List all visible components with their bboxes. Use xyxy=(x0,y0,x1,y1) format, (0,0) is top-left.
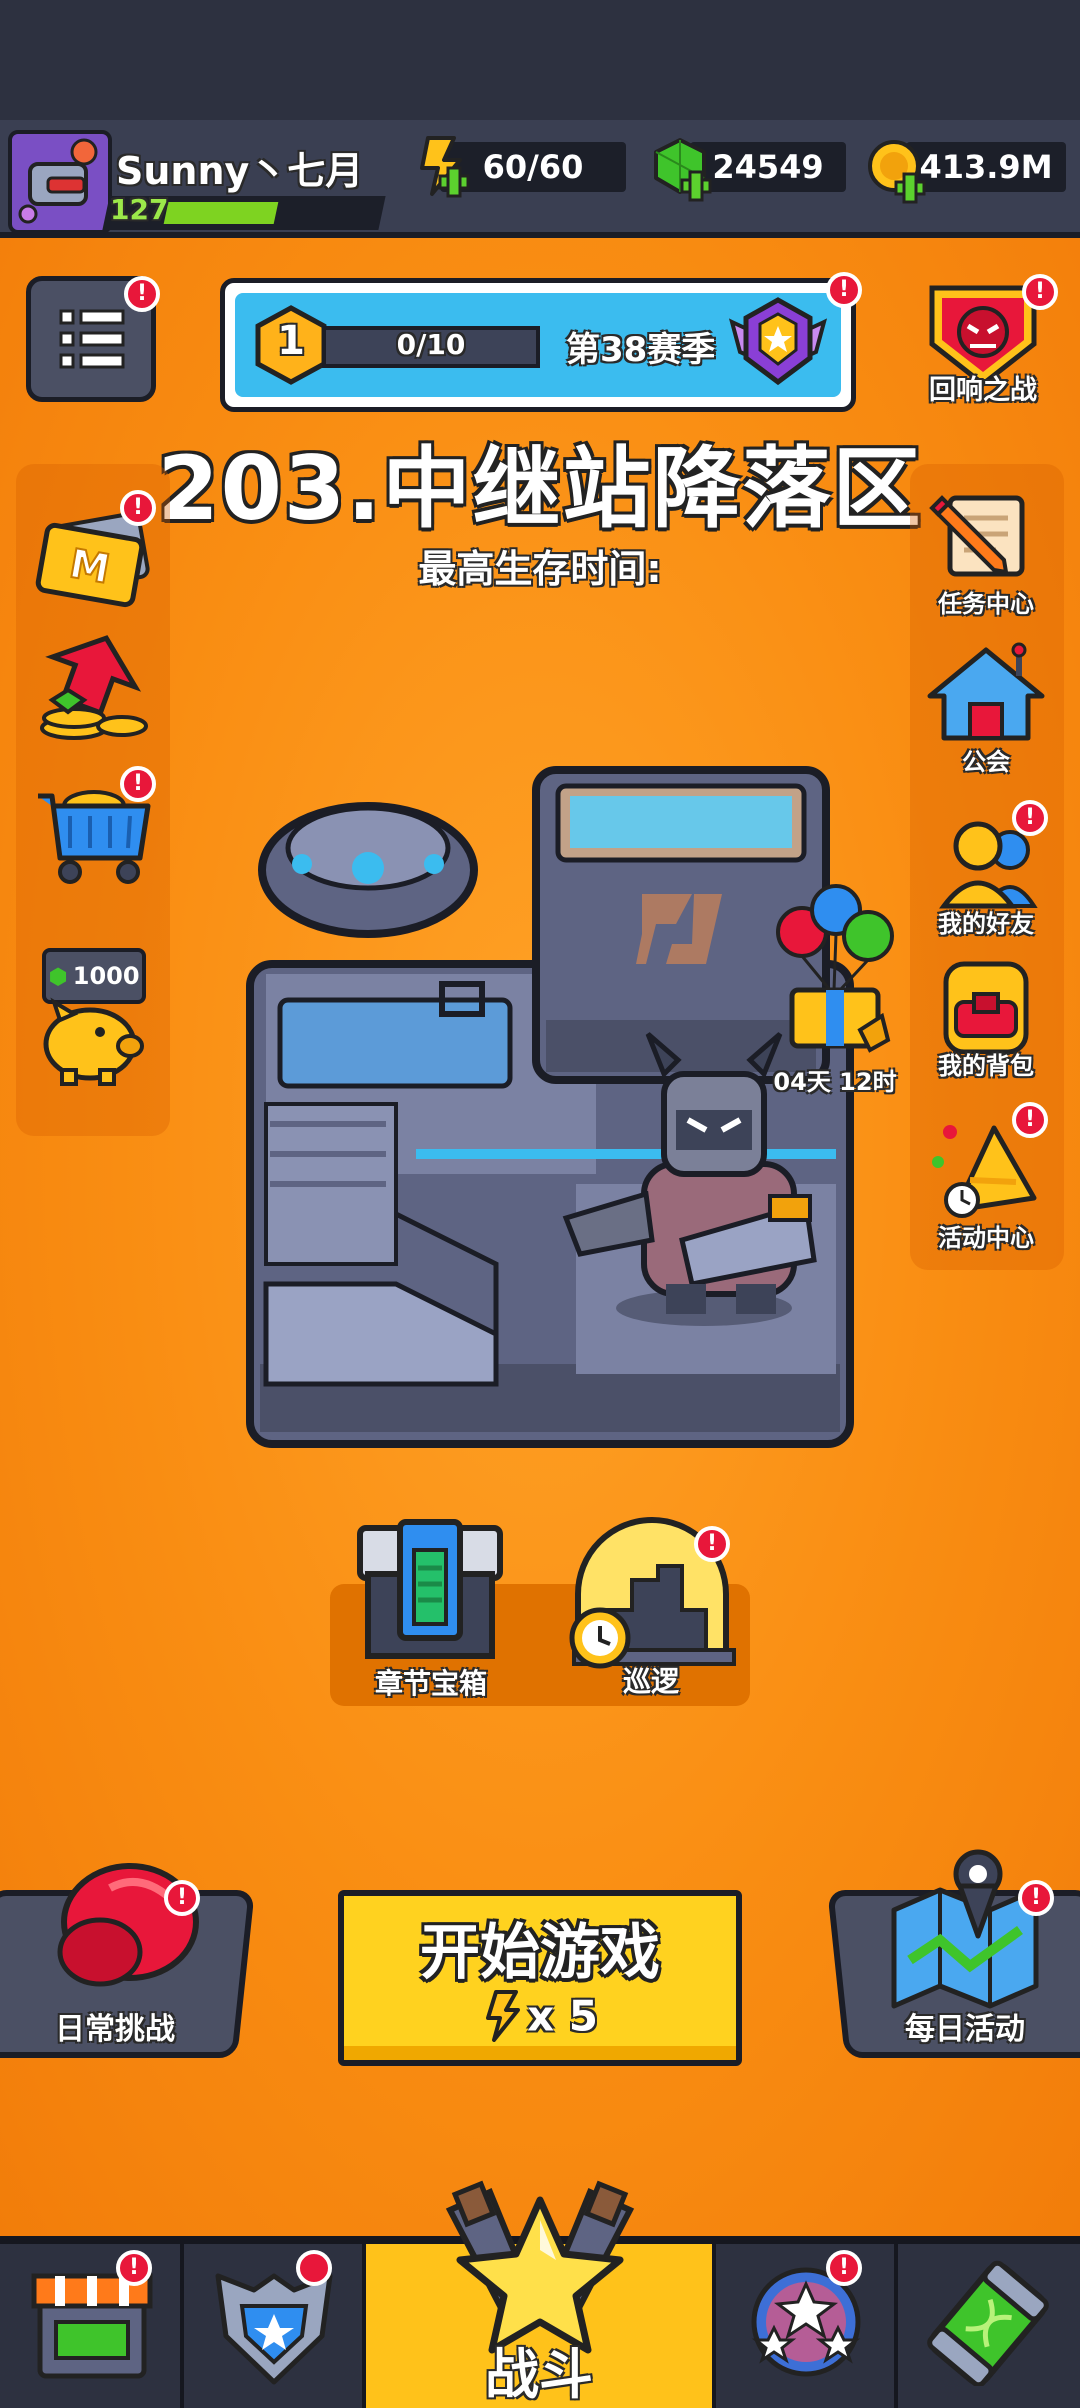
season-alert-badge: ! xyxy=(826,272,862,308)
avatar[interactable] xyxy=(8,130,112,234)
echo-battle-label: 回响之战 xyxy=(929,375,1037,406)
gift-button[interactable] xyxy=(770,880,900,1060)
chapter-chest-button[interactable]: 章节宝箱 xyxy=(346,1514,516,1700)
status-area xyxy=(0,0,1080,120)
nav-divider xyxy=(180,2244,184,2408)
echo-battle-alert-badge: ! xyxy=(1022,274,1058,310)
coin-counter[interactable]: 413.9M xyxy=(906,142,1066,192)
player-name: Sunny丶七月 xyxy=(116,149,364,193)
balloon-gift-icon xyxy=(776,884,894,1053)
season-rank: 1 xyxy=(277,318,305,364)
season-progress: 0/10 xyxy=(396,328,466,361)
guild-house-icon xyxy=(927,642,1045,741)
coin-value: 413.9M xyxy=(919,148,1053,186)
nav-divider xyxy=(894,2244,898,2408)
task-center-button[interactable]: 任务中心 xyxy=(916,484,1056,618)
shop-cart-alert-badge: ! xyxy=(120,766,156,802)
chapter-chest-label: 章节宝箱 xyxy=(374,1667,487,1700)
map-pin-icon xyxy=(880,1840,1050,2010)
stage-scene[interactable] xyxy=(246,764,860,1452)
daily-activity-alert-badge: ! xyxy=(1018,1880,1054,1916)
menu-alert-badge: ! xyxy=(124,276,160,312)
start-game-label: 开始游戏 xyxy=(420,1918,660,1988)
relay-station-illustration xyxy=(246,766,854,1448)
season-label: 第38赛季 xyxy=(566,330,716,370)
event-center-alert-badge: ! xyxy=(1012,1102,1048,1138)
friends-label: 我的好友 xyxy=(938,910,1034,938)
piggy-amount: 1000 xyxy=(72,962,140,990)
season-emblem-icon xyxy=(722,292,834,398)
player-level: 127 xyxy=(110,193,169,226)
growth-arrow-icon xyxy=(40,635,148,740)
daily-challenge-alert-badge: ! xyxy=(164,1880,200,1916)
guild-button[interactable]: 公会 xyxy=(916,642,1056,776)
patrol-alert-badge: ! xyxy=(694,1526,730,1562)
event-center-label: 活动中心 xyxy=(938,1224,1034,1252)
energy-value: 60/60 xyxy=(482,148,584,186)
piggy-bank-button[interactable]: ⬢ 1000 xyxy=(30,940,160,1090)
nav-equipment-alert-badge xyxy=(296,2250,332,2286)
xp-bar-fill xyxy=(163,202,279,224)
chest-icon xyxy=(357,1519,503,1659)
start-game-button[interactable]: 开始游戏 x 5 xyxy=(338,1890,742,2066)
patrol-label: 巡逻 xyxy=(622,1665,679,1698)
energy-add-icon[interactable] xyxy=(410,132,474,202)
dna-capsule-icon xyxy=(927,2260,1049,2388)
guild-label: 公会 xyxy=(962,748,1010,776)
backpack-icon xyxy=(943,961,1029,1055)
membership-alert-badge: ! xyxy=(120,490,156,526)
scroll-pencil-icon xyxy=(929,495,1025,577)
nav-battle-label: 战斗 xyxy=(485,2343,593,2406)
growth-fund-button[interactable] xyxy=(34,628,154,748)
nav-talent-alert-badge: ! xyxy=(826,2250,862,2286)
nav-shop-alert-badge: ! xyxy=(116,2250,152,2286)
gem-add-icon[interactable] xyxy=(650,136,714,202)
coin-add-icon[interactable] xyxy=(866,138,930,204)
energy-cost: x 5 xyxy=(344,1990,736,2042)
nav-evolution-tab[interactable] xyxy=(916,2256,1060,2396)
daily-challenge-label: 日常挑战 xyxy=(55,2012,175,2047)
avatar-character-icon xyxy=(18,138,98,224)
svg-text:M: M xyxy=(66,541,113,593)
gift-timer: 04天 12时 xyxy=(773,1068,897,1096)
energy-cost-value: x 5 xyxy=(527,1991,599,2041)
nav-divider xyxy=(712,2244,716,2408)
energy-bolt-icon xyxy=(485,1990,520,2042)
boxing-glove-icon xyxy=(40,1852,210,2002)
piggy-bank-icon xyxy=(43,997,144,1086)
gem-value: 24549 xyxy=(712,148,824,186)
daily-activity-label: 每日活动 xyxy=(905,2012,1025,2047)
piggy-gem-icon: ⬢ xyxy=(48,965,68,990)
task-center-label: 任务中心 xyxy=(938,590,1034,618)
friends-alert-badge: ! xyxy=(1012,800,1048,836)
